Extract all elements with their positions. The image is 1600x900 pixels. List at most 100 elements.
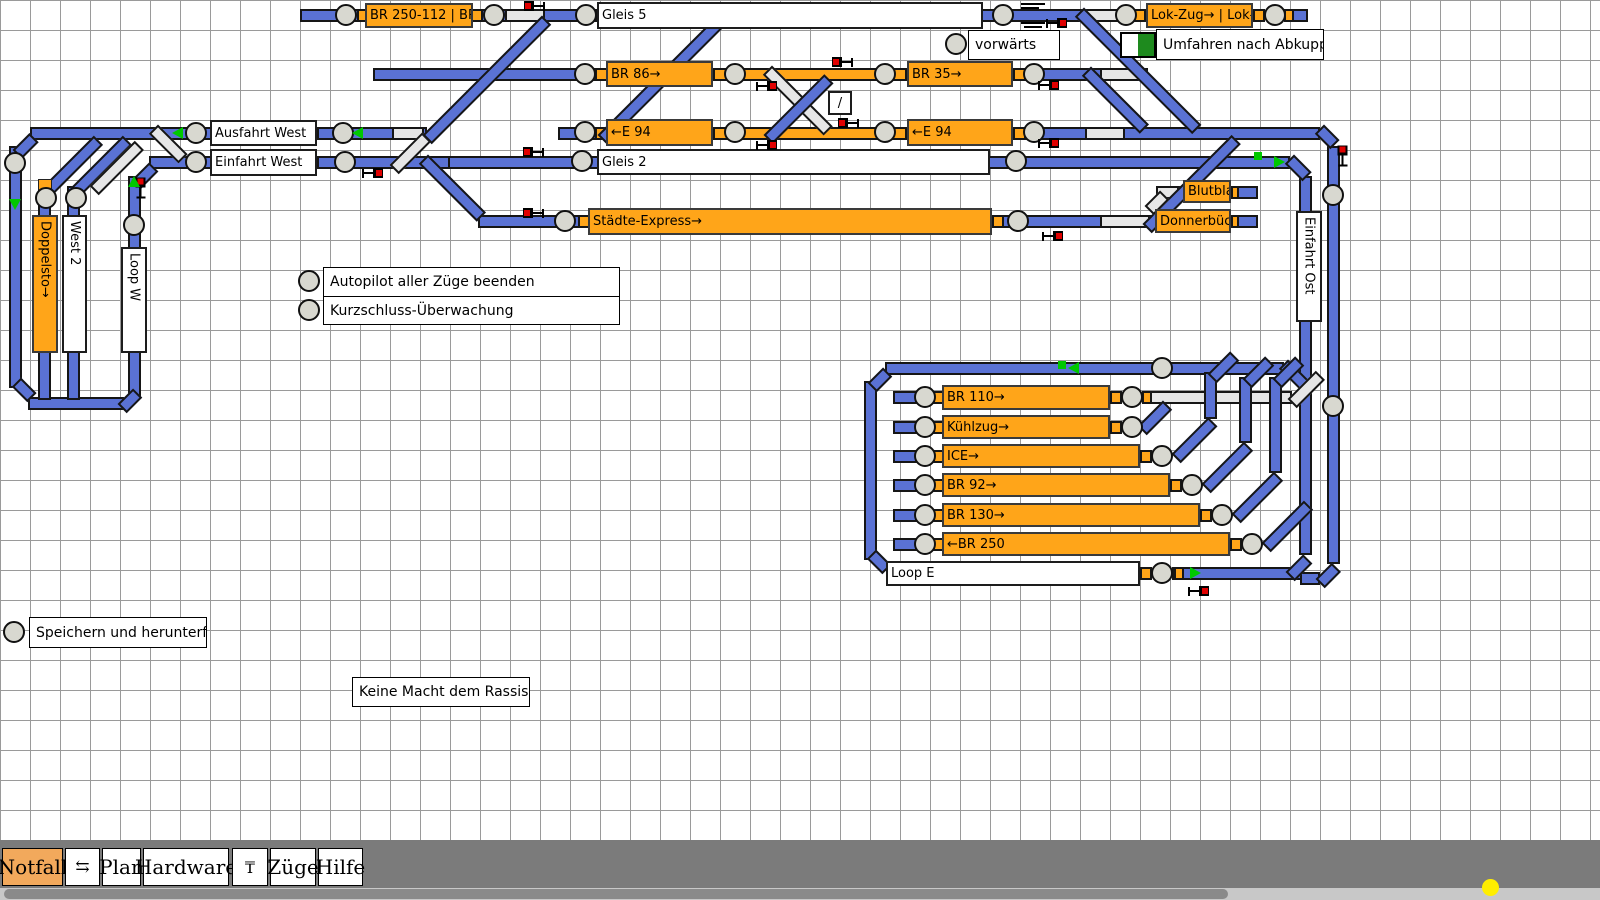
track-button[interactable] (1121, 416, 1143, 438)
track-button[interactable] (123, 214, 145, 236)
signal[interactable] (756, 80, 777, 92)
track-button[interactable] (914, 504, 936, 526)
track-button[interactable] (574, 63, 596, 85)
signal[interactable] (838, 117, 859, 129)
hilfe-button[interactable]: Hilfe (318, 848, 363, 886)
track-button[interactable] (874, 63, 896, 85)
track-button[interactable] (1322, 184, 1344, 206)
track-button[interactable] (914, 533, 936, 555)
switch-diagonal[interactable] (1172, 417, 1218, 463)
track-button[interactable] (571, 150, 593, 172)
track-button[interactable] (992, 4, 1014, 26)
track-button[interactable] (1181, 474, 1203, 496)
kurzschluss-label[interactable]: Kurzschluss-Überwachung (323, 296, 620, 325)
track-button[interactable] (1151, 562, 1173, 584)
block-ice[interactable]: ICE→ (942, 444, 1140, 468)
autopilot-label[interactable]: Autopilot aller Züge beenden (323, 267, 620, 297)
slash-symbol-box[interactable]: / (828, 91, 852, 115)
block-br110[interactable]: BR 110→ (942, 385, 1110, 410)
track-button[interactable] (724, 63, 746, 85)
block-gleis2[interactable]: Gleis 2 (597, 149, 990, 175)
scrollbar-thumb[interactable] (4, 889, 1228, 899)
block-west2[interactable]: West 2 (62, 215, 87, 353)
signal[interactable] (1038, 137, 1059, 149)
track-button[interactable] (874, 121, 896, 143)
track-button[interactable] (1241, 533, 1263, 555)
signal[interactable] (1042, 230, 1063, 242)
track-button[interactable] (914, 445, 936, 467)
track-button[interactable] (35, 187, 57, 209)
signal[interactable] (1046, 17, 1067, 29)
block-blutblase[interactable]: Blutblase (1183, 180, 1231, 203)
block-staedte-express[interactable]: Städte-Express→ (588, 208, 992, 235)
track-button[interactable] (335, 4, 357, 26)
track-button[interactable] (185, 151, 207, 173)
umfahren-indicator[interactable] (1120, 32, 1156, 58)
block-lokzug[interactable]: Lok-Zug→ | Lok-Zug (1146, 3, 1253, 28)
block-br35[interactable]: BR 35→ (907, 61, 1013, 87)
track-button[interactable] (1005, 150, 1027, 172)
signal[interactable] (523, 146, 544, 158)
speichern-label[interactable]: Speichern und herunterfahren (29, 617, 207, 648)
zuege-button[interactable]: Züge (270, 848, 316, 886)
block-donnerbuechse[interactable]: Donnerbüchse (1155, 209, 1231, 233)
block-gleis5[interactable]: Gleis 5 (597, 2, 983, 29)
signal[interactable] (1188, 585, 1209, 597)
block-br250-east[interactable]: ←BR 250 (942, 532, 1230, 556)
track-button[interactable] (1121, 386, 1143, 408)
block-br86[interactable]: BR 86→ (606, 61, 713, 87)
block-br130[interactable]: BR 130→ (942, 503, 1200, 527)
track-button[interactable] (1211, 504, 1233, 526)
notfall-button[interactable]: Notfall (2, 848, 63, 886)
umfahren-label[interactable]: Umfahren nach Abkuppeln (1156, 29, 1324, 60)
vorwaerts-label[interactable]: vorwärts (968, 30, 1060, 60)
track-button[interactable] (185, 122, 207, 144)
track-button[interactable] (914, 386, 936, 408)
block-einfahrt-west[interactable]: Einfahrt West (210, 149, 317, 176)
track-button[interactable] (1151, 357, 1173, 379)
switch-diagonal[interactable] (1202, 442, 1254, 494)
track-button[interactable] (332, 122, 354, 144)
horizontal-scrollbar[interactable] (0, 888, 1600, 900)
block-loop-w[interactable]: Loop W (121, 247, 147, 353)
signal-icon-button[interactable]: ₸ (232, 848, 268, 886)
block-br92[interactable]: BR 92→ (942, 473, 1170, 497)
uncoupler-icon[interactable] (1021, 3, 1045, 5)
track-button[interactable] (554, 210, 576, 232)
block-e94-right[interactable]: ←E 94 (907, 119, 1013, 146)
switch-diagonal[interactable] (1138, 401, 1173, 436)
block-kuehlzug[interactable]: Kühlzug→ (942, 415, 1110, 439)
track-button[interactable] (1007, 210, 1029, 232)
signal[interactable] (362, 167, 383, 179)
track-button[interactable] (4, 152, 26, 174)
signal[interactable] (832, 56, 853, 68)
block-einfahrt-ost[interactable]: Einfahrt Ost (1296, 211, 1322, 322)
block-doppelstock[interactable]: Doppelsto→ (32, 215, 58, 353)
block-loop-e[interactable]: Loop E (886, 561, 1140, 586)
track-button[interactable] (574, 121, 596, 143)
signal[interactable] (756, 139, 777, 151)
signal[interactable] (523, 207, 544, 219)
kurzschluss-button[interactable] (298, 299, 320, 321)
track-button[interactable] (575, 4, 597, 26)
signal[interactable] (1337, 146, 1349, 167)
autopilot-button[interactable] (298, 270, 320, 292)
track-button[interactable] (483, 4, 505, 26)
block-br250-west[interactable]: BR 250-112 | BR 2 (365, 3, 473, 28)
track-button[interactable] (1151, 445, 1173, 467)
hardware-button[interactable]: Hardware (143, 848, 229, 886)
track-button[interactable] (65, 187, 87, 209)
block-e94-left[interactable]: ←E 94 (606, 119, 713, 146)
signal[interactable] (1038, 79, 1059, 91)
swap-direction-icon-button[interactable]: ⇆ (65, 848, 100, 886)
track-button[interactable] (914, 416, 936, 438)
speichern-button[interactable] (3, 621, 25, 643)
signal[interactable] (524, 0, 545, 12)
track-button[interactable] (724, 121, 746, 143)
vorwaerts-button[interactable] (945, 33, 967, 55)
track-button[interactable] (914, 474, 936, 496)
switch-diagonal[interactable] (1232, 472, 1284, 524)
track-button[interactable] (334, 151, 356, 173)
block-ausfahrt-west[interactable]: Ausfahrt West (210, 120, 317, 146)
track-button[interactable] (1115, 4, 1137, 26)
